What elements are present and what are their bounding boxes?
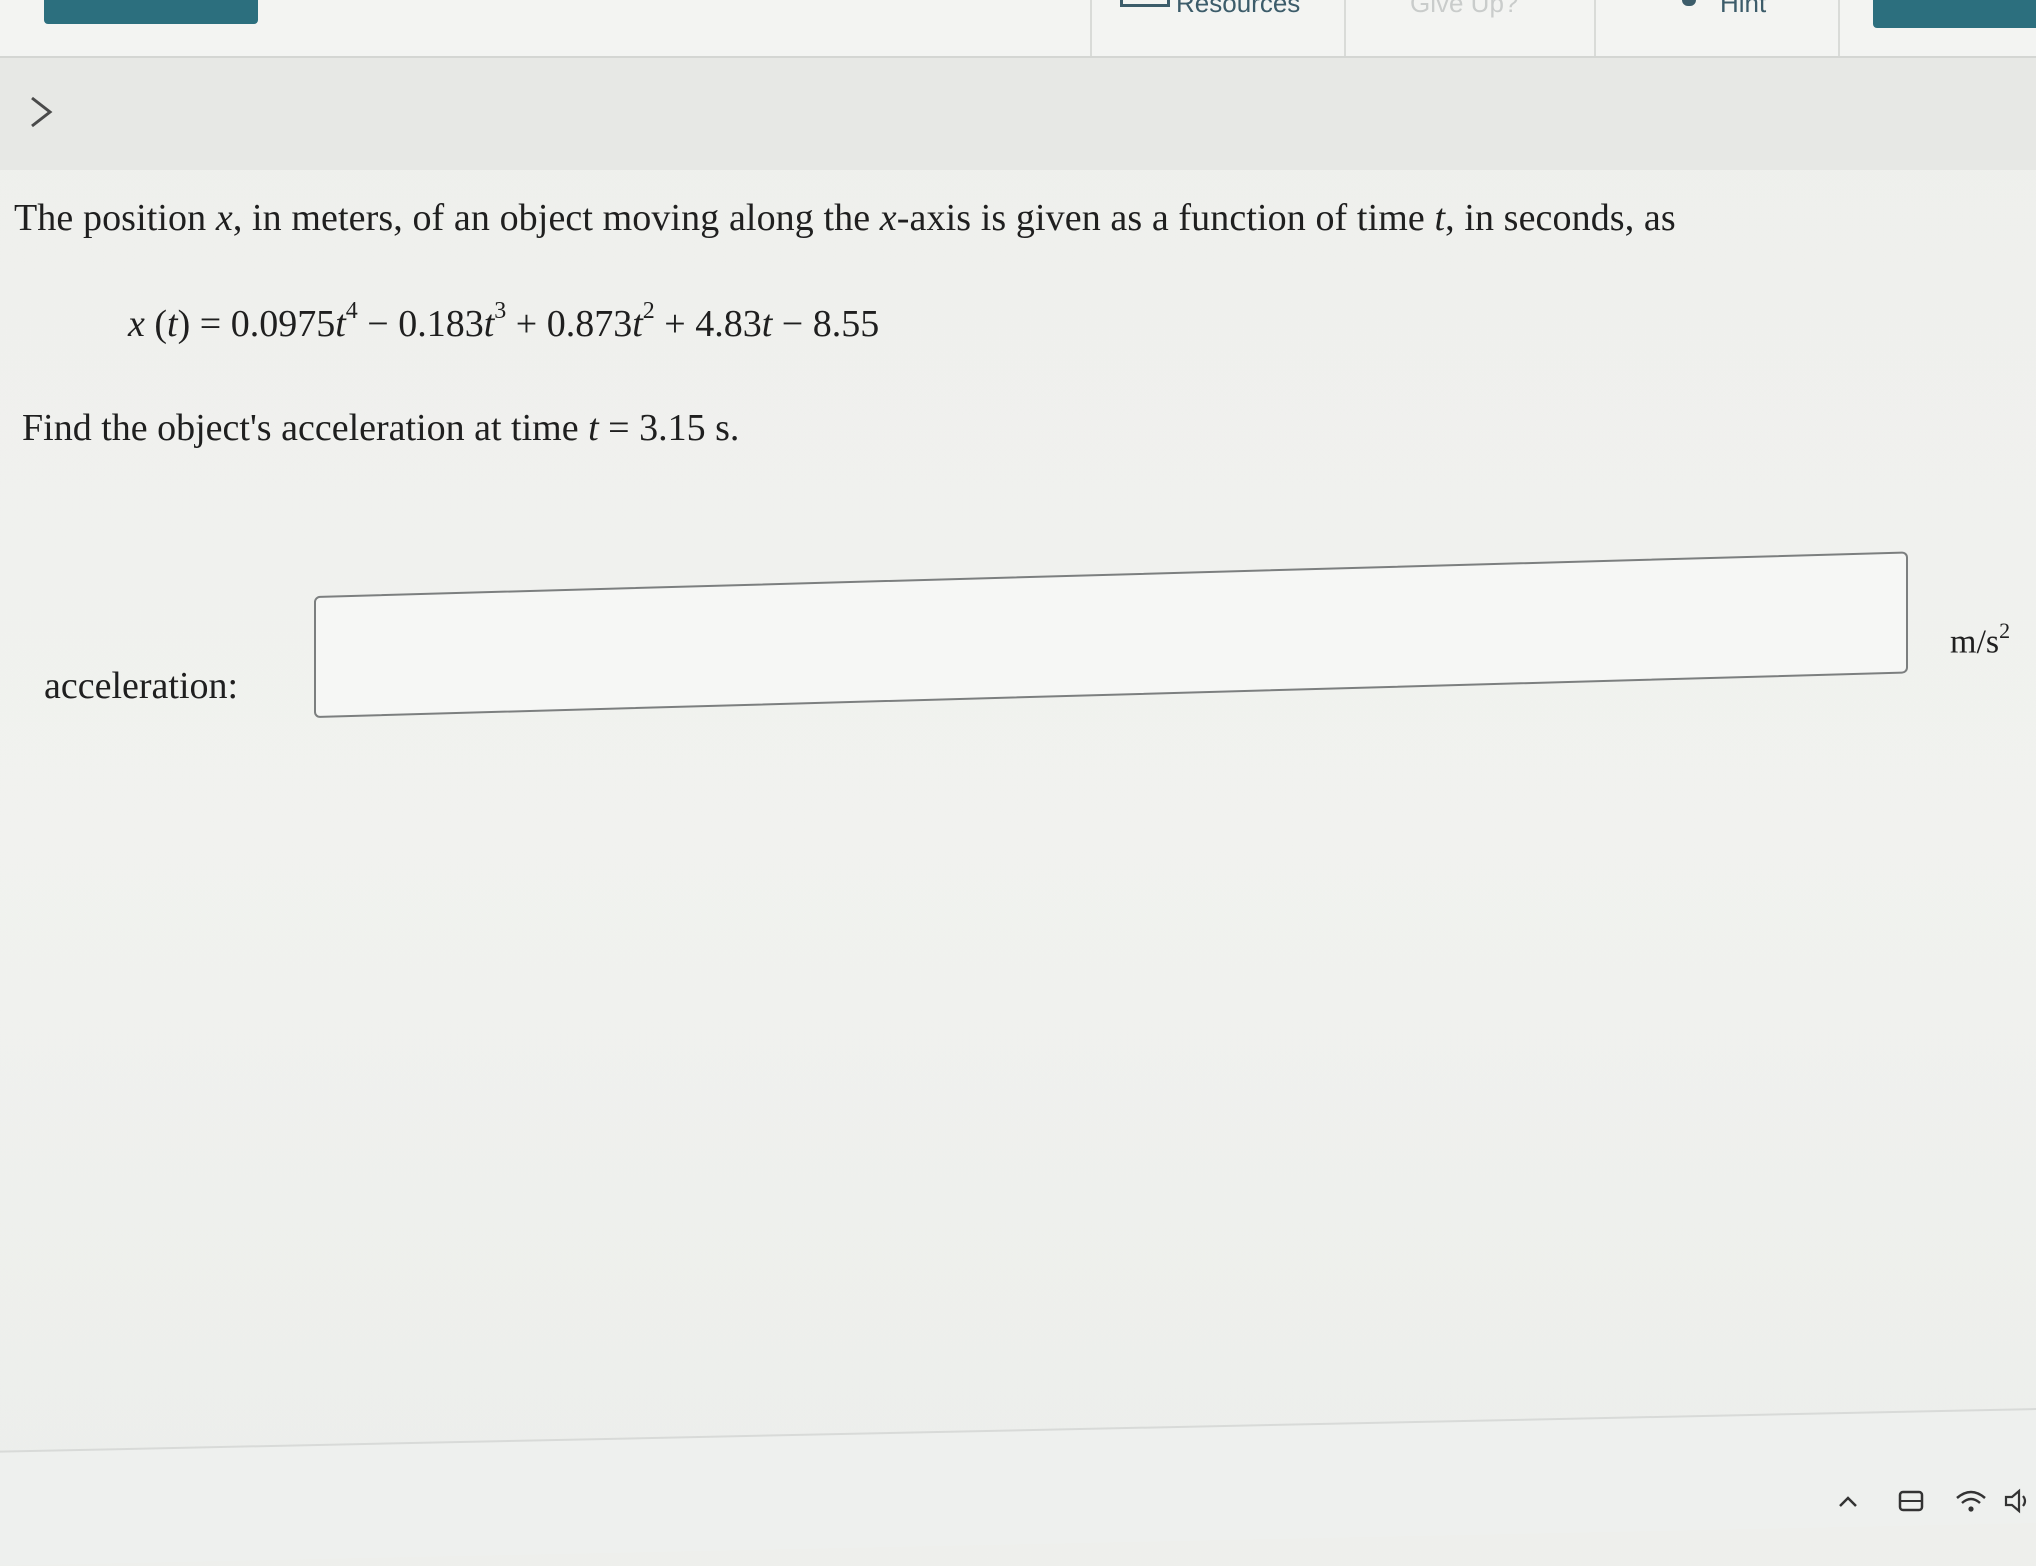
question-nav-band [0,58,2036,170]
resources-button[interactable]: Resources [1176,0,1300,19]
unit-label: m/s2 [1950,618,2011,661]
give-up-button[interactable]: Give Up? [1410,0,1518,19]
os-taskbar [0,1408,2036,1566]
top-toolbar: Resources Give Up? Hint [0,0,2036,58]
wifi-icon[interactable] [1954,1486,1988,1516]
previous-button[interactable] [44,0,258,24]
position-equation: x (t) = 0.0975t4 − 0.183t3 + 0.873t2 + 4… [128,298,880,345]
acceleration-input[interactable] [314,551,1908,718]
question-prompt: Find the object's acceleration at time t… [22,407,740,449]
toolbar-divider [1344,0,1346,56]
chevron-up-icon[interactable] [1836,1486,1860,1516]
chevron-right-icon[interactable] [22,92,62,132]
toolbar-divider [1090,0,1092,56]
resources-icon [1120,0,1170,7]
hint-icon [1682,0,1696,6]
toolbar-divider [1594,0,1596,56]
hint-button[interactable]: Hint [1720,0,1766,19]
network-device-icon[interactable] [1896,1486,1926,1516]
toolbar-divider [1838,0,1840,56]
question-intro: The position x, in meters, of an object … [14,197,1676,239]
acceleration-label: acceleration: [44,665,239,707]
volume-icon[interactable] [2002,1486,2032,1516]
check-answer-button[interactable] [1873,0,2036,28]
